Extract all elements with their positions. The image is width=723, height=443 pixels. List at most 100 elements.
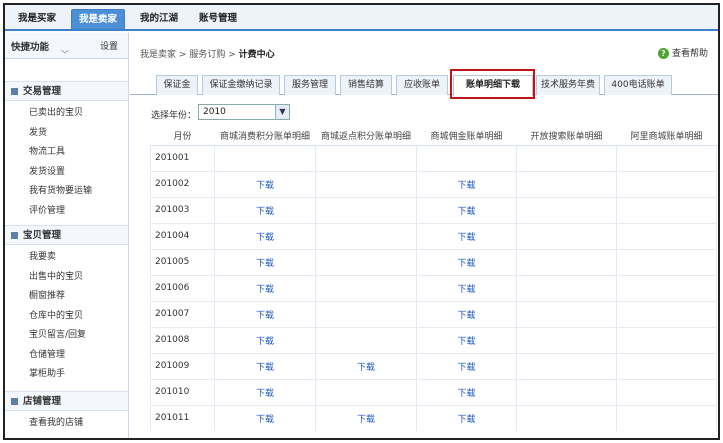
table-cell: 下载 xyxy=(416,352,517,379)
bill-table: 月份 商城消费积分账单明细 商城返点积分账单明细 商城佣金账单明细 开放搜索账单… xyxy=(150,127,717,431)
month-cell: 201005 xyxy=(150,248,215,275)
download-link[interactable]: 下载 xyxy=(457,259,475,269)
table-cell: 下载 xyxy=(214,274,316,301)
download-link[interactable]: 下载 xyxy=(457,415,475,425)
download-link[interactable]: 下载 xyxy=(457,363,475,373)
section-square-icon xyxy=(11,397,18,405)
table-cell: 下载 xyxy=(214,248,316,275)
sidebar-section-shop[interactable]: 店铺管理 xyxy=(5,390,128,411)
table-cell: 下载 xyxy=(416,248,517,275)
sidebar-section-items[interactable]: 宝贝管理 xyxy=(5,225,128,245)
tab-service-management[interactable]: 服务管理 xyxy=(284,75,336,95)
month-cell: 201011 xyxy=(150,404,215,431)
sidebar-item-freight[interactable]: 我有货物要运输 xyxy=(5,182,128,202)
sidebar-item-showcase[interactable]: 橱窗推荐 xyxy=(5,287,128,307)
table-cell xyxy=(616,274,717,301)
download-link[interactable]: 下载 xyxy=(256,389,274,399)
download-link[interactable]: 下载 xyxy=(457,233,475,243)
download-link[interactable]: 下载 xyxy=(357,363,375,373)
chevron-down-icon[interactable]: ▼ xyxy=(275,105,289,119)
nav-tab-seller[interactable]: 我是卖家 xyxy=(71,9,126,29)
download-link[interactable]: 下载 xyxy=(256,311,274,321)
table-row: 201007 下载 下载 xyxy=(150,300,717,327)
table-cell: 下载 xyxy=(416,326,517,353)
tab-400-phone-bills[interactable]: 400电话账单 xyxy=(604,75,672,95)
download-link[interactable]: 下载 xyxy=(256,207,274,217)
sidebar-item-messages[interactable]: 宝贝留言/回复 xyxy=(5,326,128,346)
table-cell xyxy=(315,326,417,353)
table-cell xyxy=(315,222,417,249)
month-cell: 201009 xyxy=(150,352,215,379)
download-link[interactable]: 下载 xyxy=(256,363,274,373)
download-link[interactable]: 下载 xyxy=(457,285,475,295)
tab-sales-settlement[interactable]: 销售结算 xyxy=(340,75,392,95)
section-square-icon xyxy=(11,88,18,95)
sidebar-item-view-shop[interactable]: 查看我的店铺 xyxy=(5,414,128,434)
tab-receivable-bills[interactable]: 应收账单 xyxy=(396,75,448,95)
table-row: 201011 下载 下载 下载 xyxy=(150,404,717,431)
sidebar-section-title: 宝贝管理 xyxy=(23,230,62,241)
table-cell xyxy=(416,144,517,171)
table-cell: 下载 xyxy=(214,300,316,327)
sidebar-section-trade[interactable]: 交易管理 xyxy=(5,81,128,101)
sidebar-item-assistant[interactable]: 掌柜助手 xyxy=(5,365,128,385)
table-cell xyxy=(315,196,417,223)
download-link[interactable]: 下载 xyxy=(256,415,274,425)
top-nav: 我是买家 我是卖家 我的江湖 账号管理 xyxy=(5,5,718,31)
table-cell xyxy=(516,196,617,223)
help-link[interactable]: ? 查看帮助 xyxy=(657,46,708,59)
table-cell xyxy=(516,144,617,171)
download-link[interactable]: 下载 xyxy=(457,181,475,191)
table-cell xyxy=(315,248,417,275)
sidebar-item-ship[interactable]: 发货 xyxy=(5,124,128,144)
breadcrumb-seller[interactable]: 我是卖家 xyxy=(140,50,176,60)
download-link[interactable]: 下载 xyxy=(256,259,274,269)
quick-settings-link[interactable]: 设置 xyxy=(100,39,118,52)
download-link[interactable]: 下载 xyxy=(457,207,475,217)
tab-deposit-records[interactable]: 保证金缴纳记录 xyxy=(202,75,280,95)
table-header-row: 月份 商城消费积分账单明细 商城返点积分账单明细 商城佣金账单明细 开放搜索账单… xyxy=(150,127,717,146)
sidebar-item-on-sale[interactable]: 出售中的宝贝 xyxy=(5,268,128,288)
main-content: 我是卖家 > 服务订购 > 计费中心 ? 查看帮助 保证金 保证金缴纳记录 服务管… xyxy=(130,33,718,438)
table-cell xyxy=(516,404,617,431)
col-open-search: 开放搜索账单明细 xyxy=(516,127,617,146)
sidebar-section-title: 交易管理 xyxy=(23,86,62,97)
table-row: 201003 下载 下载 xyxy=(150,196,717,223)
download-link[interactable]: 下载 xyxy=(457,389,475,399)
table-cell: 下载 xyxy=(416,222,517,249)
table-row: 201006 下载 下载 xyxy=(150,274,717,301)
sidebar-item-sell[interactable]: 我要卖 xyxy=(5,248,128,268)
download-link[interactable]: 下载 xyxy=(457,337,475,347)
table-cell xyxy=(616,144,717,171)
breadcrumb-service-order[interactable]: 服务订购 xyxy=(189,50,225,60)
month-cell: 201003 xyxy=(150,196,215,223)
table-row: 201002 下载 下载 xyxy=(150,170,717,197)
month-cell: 201004 xyxy=(150,222,215,249)
year-select[interactable]: 2010 ▼ xyxy=(198,104,290,120)
sidebar-item-reviews[interactable]: 评价管理 xyxy=(5,202,128,222)
download-link[interactable]: 下载 xyxy=(457,311,475,321)
table-cell xyxy=(516,274,617,301)
sidebar-item-warehouse[interactable]: 仓库中的宝贝 xyxy=(5,307,128,327)
table-row: 201005 下载 下载 xyxy=(150,248,717,275)
sidebar: 快捷功能 设置 ﹀ 交易管理 已卖出的宝贝 发货 物流工具 发货设置 我有货物要… xyxy=(5,33,129,438)
download-link[interactable]: 下载 xyxy=(256,233,274,243)
chevron-down-icon[interactable]: ﹀ xyxy=(61,49,69,60)
table-cell xyxy=(315,274,417,301)
sidebar-item-storage[interactable]: 仓储管理 xyxy=(5,346,128,366)
nav-tab-jianghu[interactable]: 我的江湖 xyxy=(133,9,185,29)
sidebar-item-ship-settings[interactable]: 发货设置 xyxy=(5,163,128,183)
download-link[interactable]: 下载 xyxy=(256,285,274,295)
table-cell: 下载 xyxy=(416,274,517,301)
sidebar-item-logistics-tools[interactable]: 物流工具 xyxy=(5,143,128,163)
tab-tech-annual-fee[interactable]: 技术服务年费 xyxy=(536,75,600,95)
sidebar-item-sold[interactable]: 已卖出的宝贝 xyxy=(5,104,128,124)
tab-deposit[interactable]: 保证金 xyxy=(156,75,198,95)
download-link[interactable]: 下载 xyxy=(256,181,274,191)
nav-tab-account[interactable]: 账号管理 xyxy=(192,9,244,29)
download-link[interactable]: 下载 xyxy=(256,337,274,347)
nav-tab-buyer[interactable]: 我是买家 xyxy=(11,9,63,29)
table-cell: 下载 xyxy=(416,300,517,327)
month-cell: 201007 xyxy=(150,300,215,327)
download-link[interactable]: 下载 xyxy=(357,415,375,425)
